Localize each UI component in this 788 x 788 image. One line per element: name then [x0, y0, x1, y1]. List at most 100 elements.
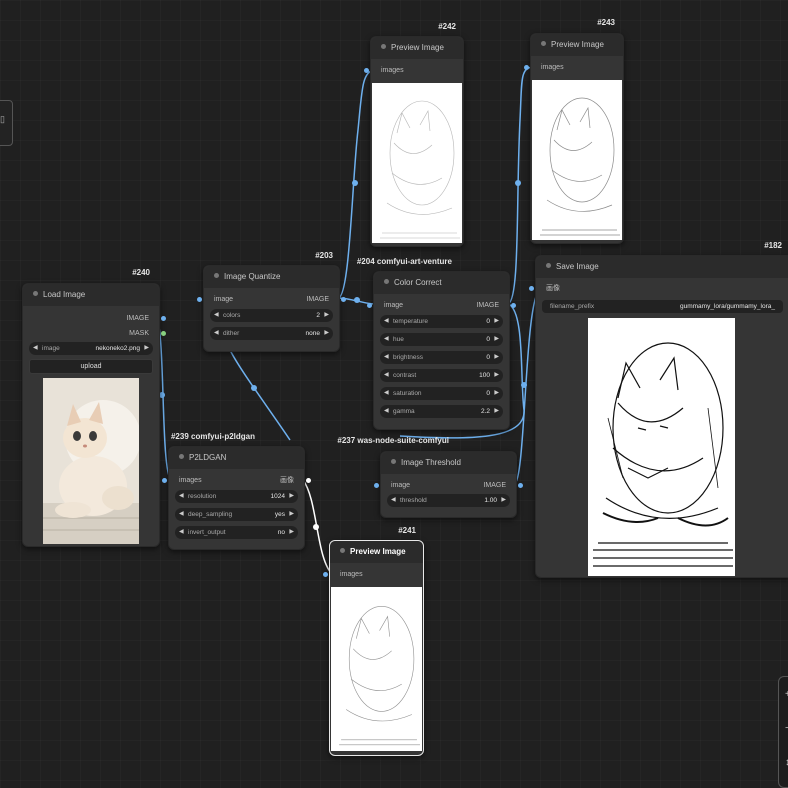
- output-dot[interactable]: [306, 478, 311, 483]
- arrow-left-icon[interactable]: ◀: [179, 490, 184, 503]
- input-dot[interactable]: [162, 478, 167, 483]
- collapse-dot-icon[interactable]: [384, 279, 389, 285]
- arrow-right-icon[interactable]: ▶: [494, 369, 499, 382]
- output-dot[interactable]: [161, 331, 166, 336]
- input-dot[interactable]: [524, 65, 529, 70]
- deep-sampling-widget[interactable]: ◀ deep_sampling yes ▶: [175, 508, 298, 521]
- preview-image-node-241[interactable]: Preview Image images: [323, 540, 424, 756]
- arrow-right-icon[interactable]: ▶: [289, 508, 294, 521]
- io-slot-row[interactable]: images 画像: [162, 472, 311, 489]
- upload-button[interactable]: upload: [29, 359, 153, 374]
- saturation-widget[interactable]: ◀ saturation 0 ▶: [380, 387, 503, 400]
- p2ldgan-node[interactable]: P2LDGAN images 画像 ◀ resolution 1024 ▶ ◀ …: [162, 446, 311, 550]
- node-title[interactable]: Color Correct: [374, 272, 509, 294]
- hue-widget[interactable]: ◀ hue 0 ▶: [380, 333, 503, 346]
- node-title[interactable]: Preview Image: [330, 541, 423, 563]
- threshold-widget[interactable]: ◀ threshold 1.00 ▶: [387, 494, 510, 507]
- collapse-dot-icon[interactable]: [546, 263, 551, 269]
- preview-image: [532, 80, 622, 240]
- arrow-right-icon[interactable]: ▶: [144, 342, 149, 355]
- collapse-dot-icon[interactable]: [381, 44, 386, 50]
- color-correct-node[interactable]: Color Correct image IMAGE ◀ temperature …: [367, 271, 516, 430]
- arrow-right-icon[interactable]: ▶: [494, 315, 499, 328]
- input-dot[interactable]: [197, 297, 202, 302]
- collapse-dot-icon[interactable]: [340, 548, 345, 554]
- collapse-dot-icon[interactable]: [541, 41, 546, 47]
- output-dot[interactable]: [518, 483, 523, 488]
- arrow-right-icon[interactable]: ▶: [494, 387, 499, 400]
- output-dot[interactable]: [511, 303, 516, 308]
- node-title[interactable]: Preview Image: [531, 34, 623, 56]
- input-slot-images[interactable]: images: [364, 62, 463, 79]
- arrow-left-icon[interactable]: ◀: [384, 387, 389, 400]
- node-title[interactable]: Image Threshold: [381, 452, 516, 474]
- arrow-left-icon[interactable]: ◀: [179, 508, 184, 521]
- input-dot[interactable]: [323, 572, 328, 577]
- link-midpoint-dot: [251, 385, 257, 391]
- arrow-right-icon[interactable]: ▶: [289, 526, 294, 539]
- collapse-dot-icon[interactable]: [214, 273, 219, 279]
- load-image-node[interactable]: Load Image IMAGE MASK ◀ image nekoneko2.…: [22, 283, 166, 547]
- collapse-dot-icon[interactable]: [33, 291, 38, 297]
- io-slot-row[interactable]: image IMAGE: [367, 297, 516, 314]
- save-image-node[interactable]: Save Image 画像 filename_prefix gummamy_lo…: [529, 255, 788, 578]
- input-slot-images[interactable]: images: [524, 59, 623, 76]
- input-dot[interactable]: [367, 303, 372, 308]
- preview-image-node-243[interactable]: Preview Image images: [524, 33, 624, 244]
- image-combo-widget[interactable]: ◀ image nekoneko2.png ▶: [29, 342, 153, 355]
- arrow-left-icon[interactable]: ◀: [384, 405, 389, 418]
- arrow-left-icon[interactable]: ◀: [33, 342, 38, 355]
- node-graph-canvas[interactable]: #240 Load Image IMAGE MASK ◀ image nekon…: [0, 0, 788, 788]
- dither-widget[interactable]: ◀ dither none ▶: [210, 327, 333, 340]
- arrow-right-icon[interactable]: ▶: [501, 494, 506, 507]
- arrow-right-icon[interactable]: ▶: [289, 490, 294, 503]
- arrow-left-icon[interactable]: ◀: [384, 333, 389, 346]
- preview-image: [372, 83, 462, 243]
- collapse-dot-icon[interactable]: [391, 459, 396, 465]
- arrow-right-icon[interactable]: ▶: [494, 351, 499, 364]
- input-dot[interactable]: [529, 286, 534, 291]
- image-threshold-node[interactable]: Image Threshold image IMAGE ◀ threshold …: [374, 451, 523, 518]
- arrow-left-icon[interactable]: ◀: [384, 369, 389, 382]
- io-slot-row[interactable]: image IMAGE: [197, 291, 346, 308]
- arrow-left-icon[interactable]: ◀: [179, 526, 184, 539]
- node-title[interactable]: Image Quantize: [204, 266, 339, 288]
- arrow-left-icon[interactable]: ◀: [214, 309, 219, 322]
- arrow-right-icon[interactable]: ▶: [494, 333, 499, 346]
- resolution-widget[interactable]: ◀ resolution 1024 ▶: [175, 490, 298, 503]
- node-id-label: #240: [132, 268, 150, 277]
- node-title[interactable]: Save Image: [536, 256, 788, 278]
- output-dot[interactable]: [161, 316, 166, 321]
- node-title[interactable]: Preview Image: [371, 37, 463, 59]
- input-dot[interactable]: [364, 68, 369, 73]
- arrow-right-icon[interactable]: ▶: [324, 327, 329, 340]
- filename-prefix-field[interactable]: filename_prefix gummamy_lora/gummamy_lor…: [542, 300, 783, 313]
- arrow-left-icon[interactable]: ◀: [384, 351, 389, 364]
- colors-widget[interactable]: ◀ colors 2 ▶: [210, 309, 333, 322]
- temperature-widget[interactable]: ◀ temperature 0 ▶: [380, 315, 503, 328]
- arrow-left-icon[interactable]: ◀: [214, 327, 219, 340]
- output-dot[interactable]: [341, 297, 346, 302]
- image-quantize-node[interactable]: Image Quantize image IMAGE ◀ colors 2 ▶ …: [197, 265, 346, 352]
- zoom-controls[interactable]: + − ↕: [778, 676, 788, 788]
- arrow-right-icon[interactable]: ▶: [494, 405, 499, 418]
- node-title[interactable]: P2LDGAN: [169, 447, 304, 469]
- io-slot-row[interactable]: image IMAGE: [374, 477, 523, 494]
- sidebar-toggle[interactable]: ▯: [0, 100, 13, 146]
- collapse-dot-icon[interactable]: [179, 454, 184, 460]
- contrast-widget[interactable]: ◀ contrast 100 ▶: [380, 369, 503, 382]
- invert-output-widget[interactable]: ◀ invert_output no ▶: [175, 526, 298, 539]
- brightness-widget[interactable]: ◀ brightness 0 ▶: [380, 351, 503, 364]
- link-midpoint-dot: [354, 297, 360, 303]
- node-id-label: #242: [438, 22, 456, 31]
- output-slot-mask[interactable]: MASK: [23, 325, 166, 342]
- input-dot[interactable]: [374, 483, 379, 488]
- arrow-left-icon[interactable]: ◀: [391, 494, 396, 507]
- input-slot-images[interactable]: 画像: [529, 280, 788, 297]
- preview-image-node-242[interactable]: Preview Image images: [364, 36, 464, 247]
- arrow-right-icon[interactable]: ▶: [324, 309, 329, 322]
- arrow-left-icon[interactable]: ◀: [384, 315, 389, 328]
- gamma-widget[interactable]: ◀ gamma 2.2 ▶: [380, 405, 503, 418]
- input-slot-images[interactable]: images: [323, 566, 423, 583]
- node-title[interactable]: Load Image: [23, 284, 159, 306]
